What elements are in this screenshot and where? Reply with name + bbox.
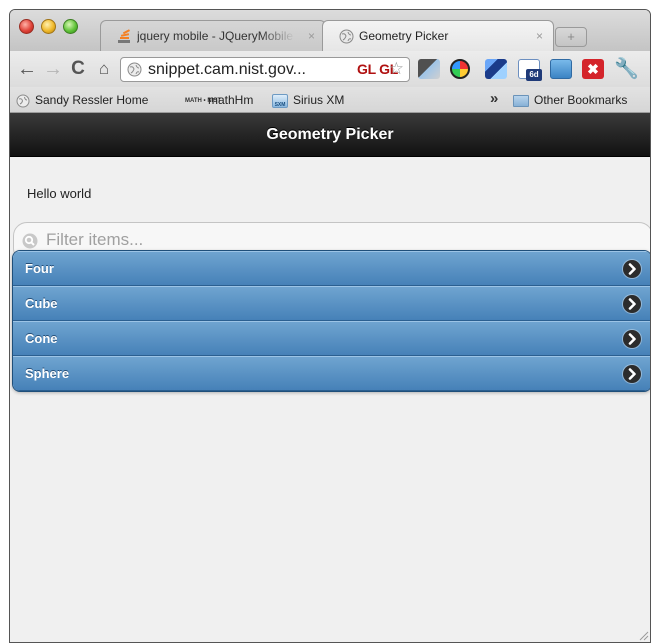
browser-window: jquery mobile - JQueryMobile × Geometry … (9, 9, 651, 643)
list-item-cone[interactable]: Cone (13, 321, 650, 356)
resize-grip-icon[interactable] (637, 629, 649, 641)
bookmarks-overflow-icon[interactable]: » (490, 87, 498, 111)
globe-icon (16, 94, 30, 108)
address-bar[interactable]: snippet.cam.nist.gov... GL GL ☆ (120, 57, 410, 82)
tab-title: jquery mobile - JQueryMobile (137, 29, 294, 43)
globe-icon (339, 29, 354, 44)
math-nist-icon: MATH • NIST (185, 97, 221, 104)
tab-jquery-mobile[interactable]: jquery mobile - JQueryMobile × (100, 20, 326, 51)
list-item-label: Cone (25, 331, 58, 346)
globe-icon (127, 62, 142, 77)
list-item-four[interactable]: Four (13, 251, 650, 286)
arrow-right-icon (623, 295, 641, 313)
url-text[interactable]: snippet.cam.nist.gov... (148, 58, 354, 81)
bookmark-label: Sandy Ressler Home (35, 93, 149, 107)
page-title: Geometry Picker (10, 113, 650, 157)
minimize-window-button[interactable] (41, 19, 56, 34)
search-icon (22, 233, 38, 249)
bookmark-label: Sirius XM (293, 93, 345, 107)
forward-button[interactable]: → (42, 57, 64, 81)
calendar-badge: 6d (526, 69, 542, 81)
bookmark-label: Other Bookmarks (534, 93, 628, 107)
tab-strip: jquery mobile - JQueryMobile × Geometry … (10, 10, 650, 51)
list-item-label: Four (25, 261, 54, 276)
new-tab-button[interactable]: + (555, 27, 587, 47)
extension-red-icon[interactable]: ✖ (582, 59, 604, 79)
arrow-right-icon (623, 365, 641, 383)
bookmarks-bar: Sandy Ressler Home MATH • NISTmathHm SXM… (10, 87, 650, 113)
filter-input[interactable] (46, 229, 606, 251)
wrench-menu-icon[interactable]: 🔧 (614, 56, 639, 81)
list-item-sphere[interactable]: Sphere (13, 356, 650, 391)
intro-text: Hello world (27, 186, 92, 201)
close-window-button[interactable] (19, 19, 34, 34)
arrow-right-icon (623, 260, 641, 278)
extension-puzzle-icon[interactable] (485, 59, 507, 79)
bookmark-sandy-ressler-home[interactable]: Sandy Ressler Home (16, 87, 165, 113)
list-item-label: Cube (25, 296, 58, 311)
other-bookmarks[interactable]: Other Bookmarks (513, 87, 627, 113)
list-item-label: Sphere (25, 366, 70, 381)
tab-geometry-picker[interactable]: Geometry Picker × (322, 20, 554, 51)
bookmark-mathhm[interactable]: MATH • NISTmathHm (185, 87, 253, 113)
close-tab-icon[interactable]: × (308, 21, 315, 51)
folder-icon (513, 94, 529, 107)
extension-color-wheel-icon[interactable] (450, 59, 470, 79)
extension-screen-icon[interactable] (418, 59, 440, 79)
extension-image-icon[interactable] (550, 59, 572, 79)
bookmark-sirius-xm[interactable]: SXM Sirius XM (272, 87, 344, 113)
bookmark-label: mathHm (208, 93, 254, 107)
tab-title: Geometry Picker (359, 29, 449, 43)
reload-button[interactable]: C (67, 57, 89, 81)
back-button[interactable]: ← (16, 57, 38, 81)
close-tab-icon[interactable]: × (536, 21, 543, 51)
geometry-list: Four Cube Cone Sphere (12, 250, 650, 392)
home-button[interactable]: ⌂ (93, 57, 115, 81)
sirius-icon: SXM (272, 93, 288, 108)
zoom-window-button[interactable] (63, 19, 78, 34)
arrow-right-icon (623, 330, 641, 348)
list-item-cube[interactable]: Cube (13, 286, 650, 321)
browser-toolbar: ← → C ⌂ snippet.cam.nist.gov... GL GL ☆ … (10, 51, 650, 87)
page-content: Geometry Picker Hello world Four Cube (10, 113, 650, 642)
stackoverflow-icon (118, 29, 131, 43)
extension-calendar-icon[interactable]: 6d (518, 59, 542, 81)
bookmark-star-icon[interactable]: ☆ (389, 59, 404, 79)
